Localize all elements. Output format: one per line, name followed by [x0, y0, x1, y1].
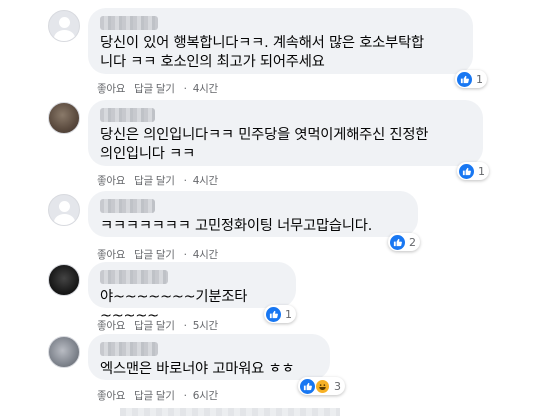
reaction-count: 1: [476, 72, 483, 86]
reaction-count: 1: [285, 307, 292, 321]
reaction-summary[interactable]: 2: [388, 233, 420, 251]
like-button[interactable]: 좋아요: [97, 390, 125, 402]
timestamp[interactable]: 4시간: [193, 249, 218, 261]
separator-dot: ·: [183, 249, 187, 261]
comment-actions: 좋아요 답글 달기 · 4시간: [97, 81, 224, 96]
comment-bubble: ㅋㅋㅋㅋㅋㅋㅋ 고민정화이팅 너무고맙습니다.: [88, 191, 418, 237]
author-name-blurred[interactable]: [100, 108, 155, 122]
timestamp[interactable]: 4시간: [193, 83, 218, 95]
separator-dot: ·: [183, 175, 187, 187]
comment-text: 당신은 의인입니다ㅋㅋ 민주당을 엿먹이게해주신 진정한 의인입니다 ㅋㅋ: [100, 127, 429, 162]
author-name-blurred[interactable]: [100, 270, 168, 284]
comment-text: 당신이 있어 행복합니다ㅋㅋ. 계속해서 많은 호소부탁합 니다 ㅋㅋ 호소인의…: [100, 35, 424, 70]
comment-actions: 좋아요 답글 달기 · 4시간: [97, 173, 224, 188]
like-icon: [457, 71, 472, 87]
like-icon: [266, 306, 281, 322]
comment-text: 엑스맨은 바로너야 고마워요 ㅎㅎ: [100, 361, 295, 377]
comment-actions: 좋아요 답글 달기 · 4시간: [97, 247, 224, 262]
like-button[interactable]: 좋아요: [97, 175, 125, 187]
like-icon: [459, 163, 474, 179]
comment-actions: 좋아요 답글 달기 · 5시간: [97, 318, 224, 333]
like-button[interactable]: 좋아요: [97, 320, 125, 332]
timestamp[interactable]: 4시간: [193, 175, 218, 187]
timestamp[interactable]: 5시간: [193, 320, 218, 332]
default-avatar-icon[interactable]: [48, 194, 80, 226]
comment-bubble: 당신이 있어 행복합니다ㅋㅋ. 계속해서 많은 호소부탁합 니다 ㅋㅋ 호소인의…: [88, 8, 473, 74]
comment-bubble: 야~~~~~~~기분조타~~~~~: [88, 262, 296, 324]
reply-button[interactable]: 답글 달기: [134, 320, 175, 332]
author-name-blurred[interactable]: [100, 16, 158, 30]
default-avatar-icon[interactable]: [48, 10, 80, 42]
comment-text: ㅋㅋㅋㅋㅋㅋㅋ 고민정화이팅 너무고맙습니다.: [100, 218, 373, 234]
separator-dot: ·: [183, 390, 187, 402]
comment-bubble: 당신은 의인입니다ㅋㅋ 민주당을 엿먹이게해주신 진정한 의인입니다 ㅋㅋ: [88, 100, 483, 166]
comment-actions: 좋아요 답글 달기 · 6시간: [97, 388, 224, 403]
reaction-summary[interactable]: 1: [457, 162, 489, 180]
reply-button[interactable]: 답글 달기: [134, 390, 175, 402]
like-icon: [300, 378, 315, 394]
timestamp[interactable]: 6시간: [193, 390, 218, 402]
reaction-count: 3: [334, 379, 341, 393]
reply-button[interactable]: 답글 달기: [134, 83, 175, 95]
reaction-summary[interactable]: 1: [455, 70, 487, 88]
reply-button[interactable]: 답글 달기: [134, 175, 175, 187]
like-button[interactable]: 좋아요: [97, 83, 125, 95]
reaction-summary[interactable]: 3: [298, 377, 345, 395]
author-name-blurred[interactable]: [100, 342, 158, 356]
like-button[interactable]: 좋아요: [97, 249, 125, 261]
avatar[interactable]: [48, 336, 80, 368]
separator-dot: ·: [183, 83, 187, 95]
comment-bubble: 엑스맨은 바로너야 고마워요 ㅎㅎ: [88, 334, 330, 380]
reaction-summary[interactable]: 1: [264, 305, 296, 323]
avatar[interactable]: [48, 264, 80, 296]
like-icon: [390, 234, 405, 250]
next-comment-blurred: [120, 408, 340, 416]
reply-button[interactable]: 답글 달기: [134, 249, 175, 261]
avatar[interactable]: [48, 102, 80, 134]
reaction-count: 1: [478, 164, 485, 178]
separator-dot: ·: [183, 320, 187, 332]
haha-icon: [315, 378, 330, 394]
reaction-count: 2: [409, 235, 416, 249]
author-name-blurred[interactable]: [100, 199, 155, 213]
